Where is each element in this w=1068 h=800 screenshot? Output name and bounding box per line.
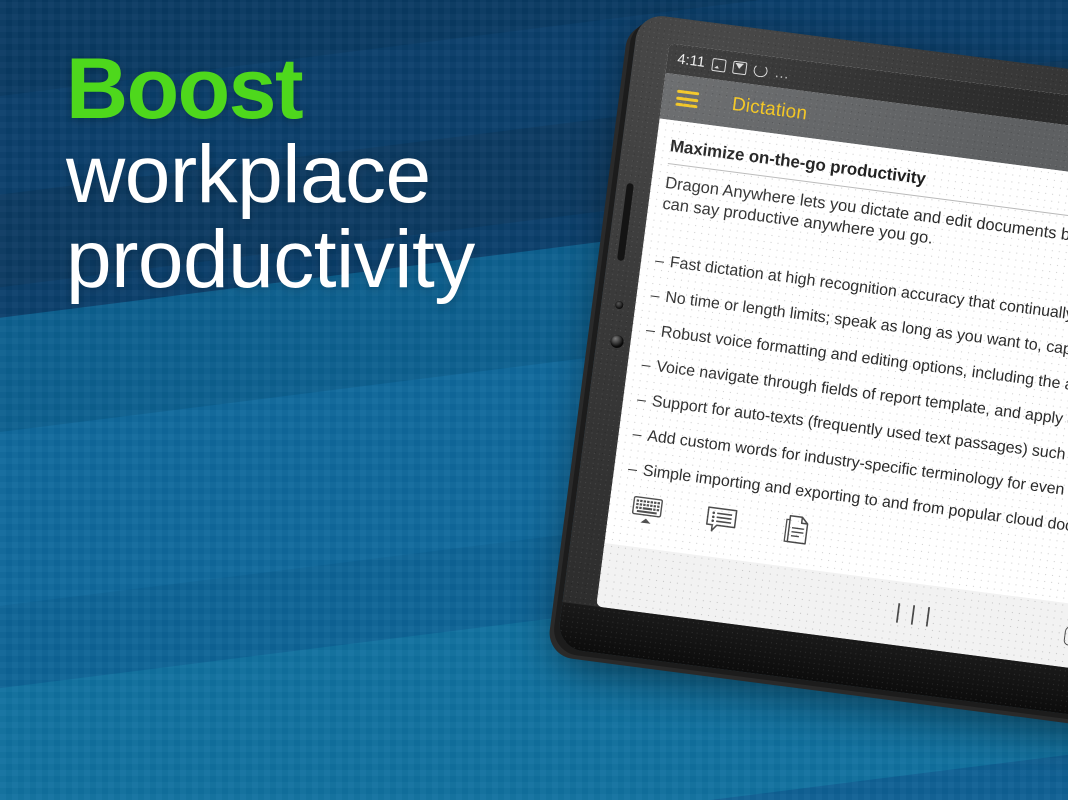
status-overflow-icon: … <box>773 63 792 83</box>
home-button[interactable] <box>1063 625 1068 647</box>
tablet-bezel: 4:11 … Dictation Maximize on-the-go prod… <box>556 13 1068 733</box>
app-title: Dictation <box>730 93 809 125</box>
status-bar-clock: 4:11 <box>676 51 707 71</box>
bullet-dash: – <box>645 321 657 340</box>
bullet-dash: – <box>636 391 648 410</box>
front-camera-icon <box>609 334 625 349</box>
headline-block: Boost workplace productivity <box>66 41 586 305</box>
document-copy-icon[interactable] <box>776 511 814 549</box>
sync-icon <box>752 62 769 78</box>
speech-bubble-list-icon[interactable] <box>702 502 740 540</box>
proximity-sensor-icon <box>614 300 624 310</box>
hamburger-menu-icon[interactable] <box>675 89 700 109</box>
bullet-dash: – <box>627 460 639 479</box>
headline-line-2: workplace <box>66 129 431 220</box>
keyboard-icon[interactable] <box>629 492 667 530</box>
bullet-dash: – <box>654 252 666 271</box>
tablet-device: 4:11 … Dictation Maximize on-the-go prod… <box>549 13 1068 797</box>
headline-line-3: productivity <box>66 213 475 305</box>
promo-banner: Boost workplace productivity 4:11 … Dict… <box>0 0 1068 800</box>
bullet-dash: – <box>631 426 643 445</box>
image-icon <box>711 57 727 73</box>
bullet-dash: – <box>640 356 652 375</box>
mail-icon <box>732 60 748 75</box>
headline-line-1: Boost <box>66 41 304 137</box>
speaker-slot <box>616 182 634 262</box>
recents-button[interactable]: ||| <box>890 601 938 630</box>
tablet-screen: 4:11 … Dictation Maximize on-the-go prod… <box>596 43 1068 686</box>
bullet-dash: – <box>649 287 661 306</box>
